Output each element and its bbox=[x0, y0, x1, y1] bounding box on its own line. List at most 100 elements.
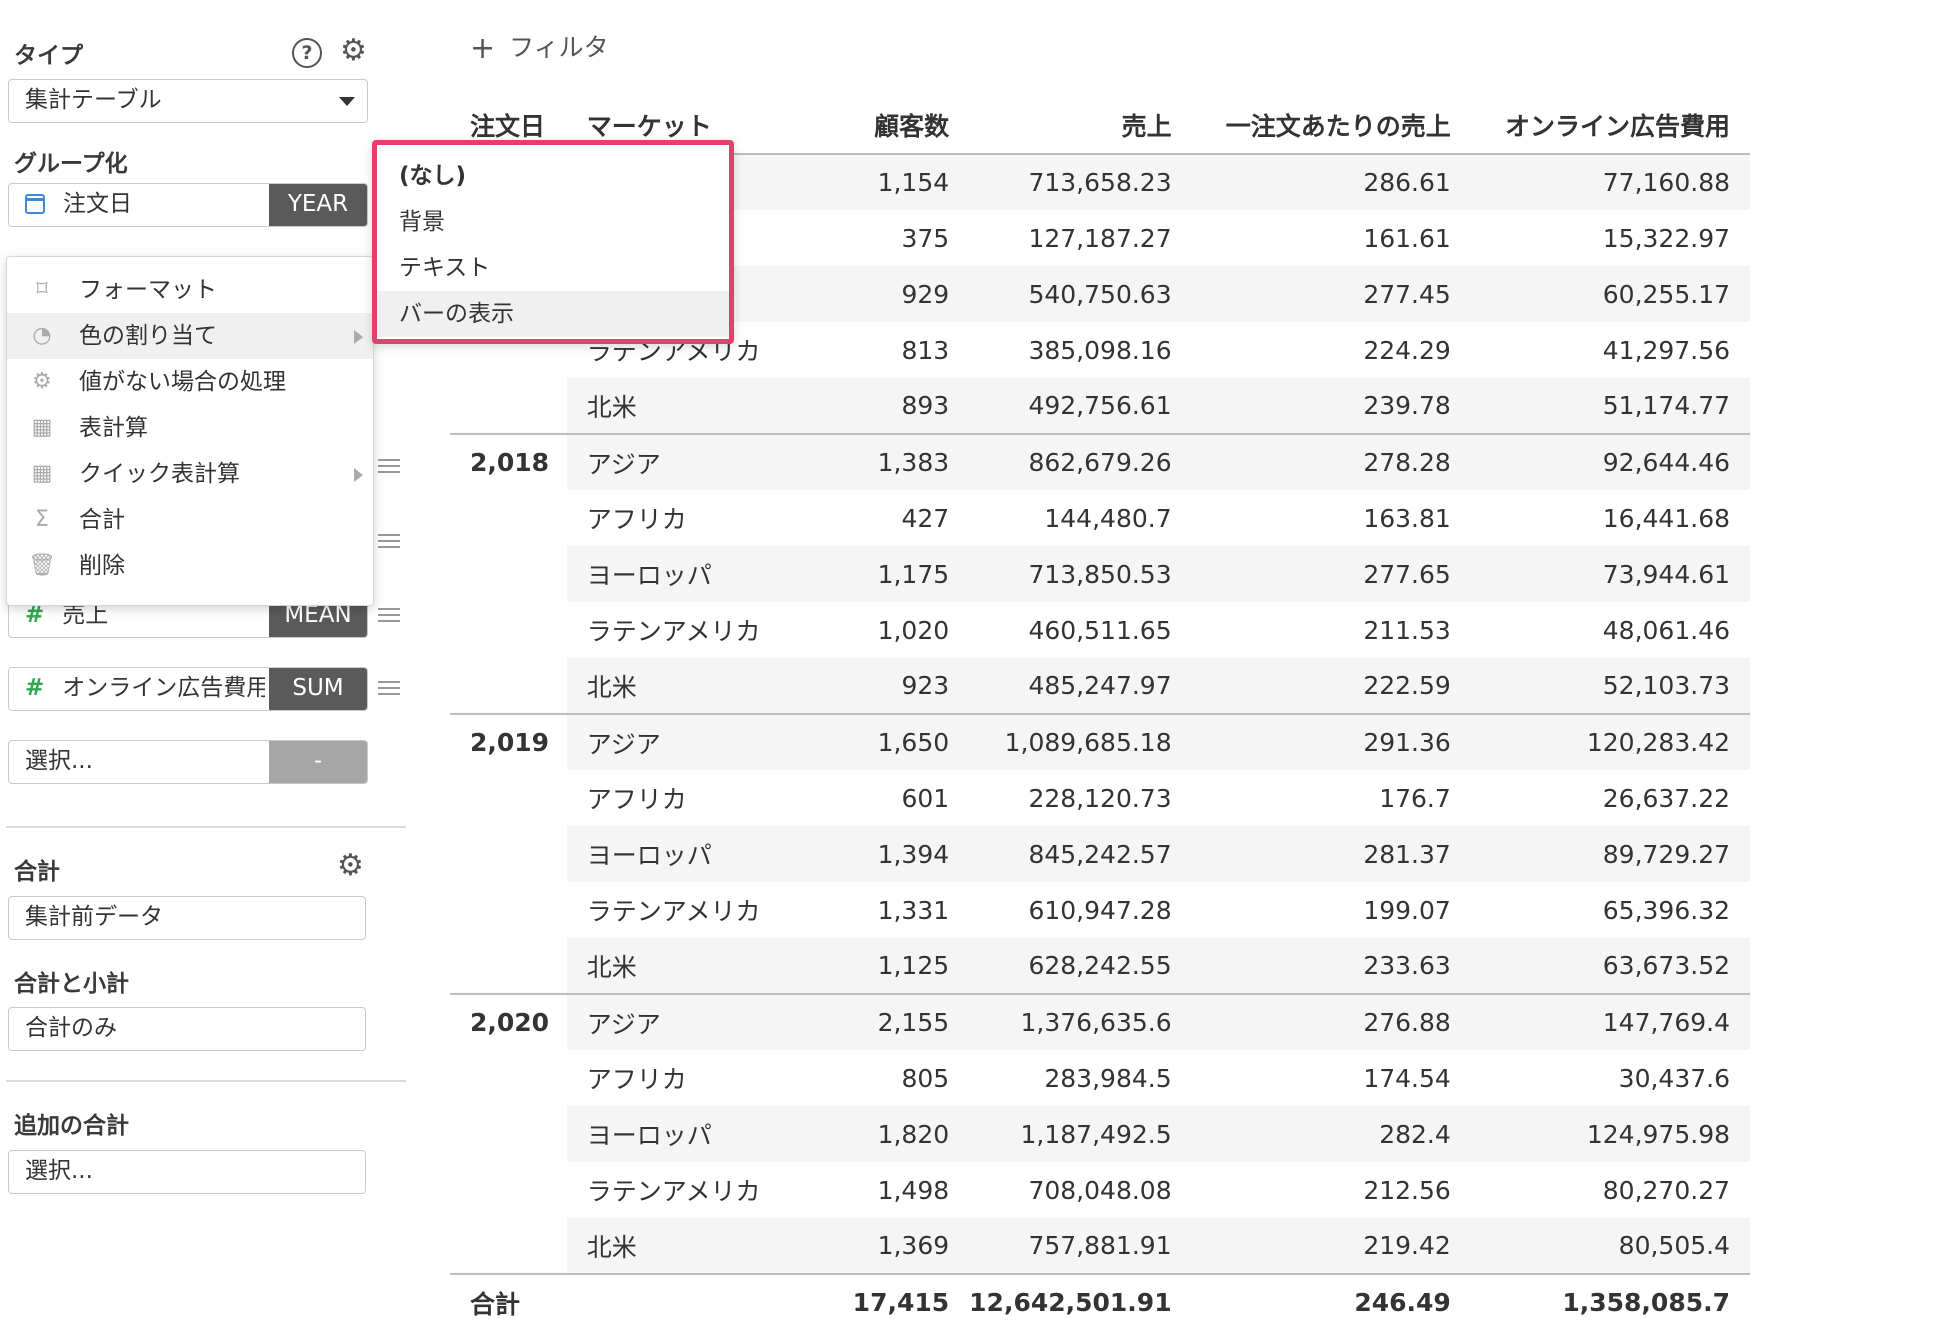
menu-item-label: 合計 bbox=[79, 507, 125, 533]
submenu-item-text[interactable]: テキスト bbox=[377, 245, 729, 291]
type-select[interactable]: 集計テーブル bbox=[8, 79, 368, 123]
customers-cell: 1,020 bbox=[877, 615, 950, 645]
menu-item-delete[interactable]: 🗑 削除 bbox=[7, 543, 373, 589]
value-field-online-ad-cost[interactable]: # オンライン広告費用 SUM bbox=[8, 667, 368, 711]
year-cell bbox=[450, 490, 567, 546]
year-cell bbox=[450, 938, 567, 994]
menu-item-total[interactable]: Σ 合計 bbox=[7, 497, 373, 543]
sales-cell: 862,679.26 bbox=[969, 433, 1192, 490]
menu-item-label: クイック表計算 bbox=[79, 461, 240, 487]
type-settings-gear-icon[interactable]: ⚙ bbox=[340, 36, 367, 66]
menu-item-table-calculation[interactable]: ▦ 表計算 bbox=[7, 405, 373, 451]
group-field-order-date[interactable]: 注文日 YEAR bbox=[8, 183, 368, 227]
help-icon[interactable]: ? bbox=[292, 38, 322, 68]
sales-cell: 283,984.5 bbox=[1044, 1063, 1172, 1093]
value-field-agg-button[interactable]: SUM bbox=[269, 668, 367, 710]
market-cell: ラテンアメリカ bbox=[586, 897, 761, 926]
table-row: 北米 893 492,756.61 239.78 51,174.77 bbox=[450, 378, 1750, 434]
table-row: アフリカ 601 228,120.73 176.7 26,637.22 bbox=[450, 770, 1750, 826]
market-cell: 北米 bbox=[566, 378, 789, 434]
market-cell: ヨーロッパ bbox=[566, 546, 789, 602]
sales-per-order-cell: 291.36 bbox=[1191, 713, 1471, 770]
table-row: 2,020 アジア 2,155 1,376,635.6 276.88 147,769.4 bbox=[450, 993, 1750, 1050]
menu-item-label: 削除 bbox=[79, 553, 125, 579]
menu-item-label: フォーマット bbox=[79, 277, 217, 303]
ad-cost-cell: 63,673.52 bbox=[1470, 938, 1750, 994]
column-header-sales[interactable]: 売上 bbox=[969, 96, 1192, 155]
column-header-sales-per-order[interactable]: 一注文あたりの売上 bbox=[1191, 96, 1471, 155]
column-context-menu: ⌑ フォーマット ◔ 色の割り当て ⚙ 値がない場合の処理 ▦ 表計算 ▦ クイ… bbox=[6, 256, 374, 606]
table-row: ヨーロッパ 1,820 1,187,492.5 282.4 124,975.98 bbox=[450, 1106, 1750, 1162]
table-row: 北米 1,125 628,242.55 233.63 63,673.52 bbox=[450, 938, 1750, 994]
sigma-icon: Σ bbox=[35, 507, 49, 532]
sales-cell: 845,242.57 bbox=[969, 826, 1192, 882]
ad-cost-cell: 52,103.73 bbox=[1470, 658, 1750, 714]
year-cell bbox=[450, 826, 567, 882]
ad-cost-cell: 77,160.88 bbox=[1470, 154, 1750, 210]
column-header-online-ad-cost[interactable]: オンライン広告費用 bbox=[1470, 96, 1750, 155]
menu-item-missing-values[interactable]: ⚙ 値がない場合の処理 bbox=[7, 359, 373, 405]
ad-cost-cell: 80,270.27 bbox=[1602, 1175, 1730, 1205]
table-row: アフリカ 427 144,480.7 163.81 16,441.68 bbox=[450, 490, 1750, 546]
value-field-empty[interactable]: 選択... - bbox=[8, 740, 368, 784]
ad-cost-cell: 65,396.32 bbox=[1602, 895, 1730, 925]
table-row: ラテンアメリカ 1,498 708,048.08 212.56 80,270.27 bbox=[450, 1162, 1750, 1218]
sales-cell: 708,048.08 bbox=[1028, 1175, 1172, 1205]
table-row: ラテンアメリカ 1,331 610,947.28 199.07 65,396.32 bbox=[450, 882, 1750, 938]
drag-handle-icon[interactable] bbox=[378, 681, 400, 695]
total-ad-cost: 1,358,085.7 bbox=[1470, 1273, 1750, 1330]
submenu-item-bar[interactable]: バーの表示 bbox=[377, 291, 729, 337]
year-cell bbox=[450, 658, 567, 714]
market-cell: ラテンアメリカ bbox=[586, 1177, 761, 1206]
market-cell: 北米 bbox=[566, 1218, 789, 1274]
total-settings-gear-icon[interactable]: ⚙ bbox=[337, 851, 364, 881]
sales-cell: 610,947.28 bbox=[1028, 895, 1172, 925]
market-cell: アフリカ bbox=[586, 785, 687, 814]
sales-per-order-cell: 239.78 bbox=[1191, 378, 1471, 434]
menu-item-format[interactable]: ⌑ フォーマット bbox=[7, 267, 373, 313]
drag-handle-icon[interactable] bbox=[378, 534, 400, 548]
sales-cell: 713,658.23 bbox=[969, 154, 1192, 210]
menu-item-color-assignment[interactable]: ◔ 色の割り当て bbox=[7, 313, 373, 359]
value-field-agg-button-disabled[interactable]: - bbox=[269, 741, 367, 783]
total-select[interactable]: 集計前データ bbox=[8, 896, 366, 940]
group-field-agg-button[interactable]: YEAR bbox=[269, 184, 367, 226]
value-field-placeholder: 選択... bbox=[25, 748, 93, 774]
menu-item-quick-table-calculation[interactable]: ▦ クイック表計算 bbox=[7, 451, 373, 497]
year-cell bbox=[450, 1106, 567, 1162]
sales-cell: 144,480.7 bbox=[1044, 503, 1172, 533]
sales-per-order-cell: 281.37 bbox=[1191, 826, 1471, 882]
ad-cost-cell: 120,283.42 bbox=[1470, 713, 1750, 770]
ad-cost-cell: 73,944.61 bbox=[1470, 546, 1750, 602]
sales-per-order-cell: 278.28 bbox=[1191, 433, 1471, 490]
market-cell: アジア bbox=[566, 993, 789, 1050]
subtotal-select[interactable]: 合計のみ bbox=[8, 1007, 366, 1051]
drag-handle-icon[interactable] bbox=[378, 459, 400, 473]
market-cell: 北米 bbox=[566, 658, 789, 714]
submenu-item-background[interactable]: 背景 bbox=[377, 199, 729, 245]
ad-cost-cell: 15,322.97 bbox=[1602, 223, 1730, 253]
market-cell: アジア bbox=[566, 433, 789, 490]
add-filter-button[interactable]: + フィルタ bbox=[470, 28, 609, 66]
ad-cost-cell: 92,644.46 bbox=[1470, 433, 1750, 490]
customers-cell: 1,154 bbox=[788, 154, 970, 210]
sales-cell: 1,089,685.18 bbox=[969, 713, 1192, 770]
extra-total-select[interactable]: 選択... bbox=[8, 1150, 366, 1194]
ad-cost-cell: 26,637.22 bbox=[1602, 783, 1730, 813]
customers-cell: 1,394 bbox=[788, 826, 970, 882]
drag-handle-icon[interactable] bbox=[378, 608, 400, 622]
sales-per-order-cell: 224.29 bbox=[1363, 335, 1451, 365]
customers-cell: 805 bbox=[901, 1063, 950, 1093]
customers-cell: 1,125 bbox=[788, 938, 970, 994]
column-header-customers[interactable]: 顧客数 bbox=[788, 96, 970, 155]
sales-cell: 460,511.65 bbox=[1028, 615, 1172, 645]
group-section-title: グループ化 bbox=[14, 151, 128, 177]
sales-per-order-cell: 174.54 bbox=[1363, 1063, 1451, 1093]
sales-cell: 628,242.55 bbox=[969, 938, 1192, 994]
total-section-title: 合計 bbox=[14, 859, 60, 885]
table-row: ヨーロッパ 1,175 713,850.53 277.65 73,944.61 bbox=[450, 546, 1750, 602]
sales-per-order-cell: 277.65 bbox=[1191, 546, 1471, 602]
submenu-item-none[interactable]: (なし) bbox=[377, 153, 729, 199]
market-cell: ラテンアメリカ bbox=[586, 617, 761, 646]
year-cell bbox=[450, 770, 567, 826]
